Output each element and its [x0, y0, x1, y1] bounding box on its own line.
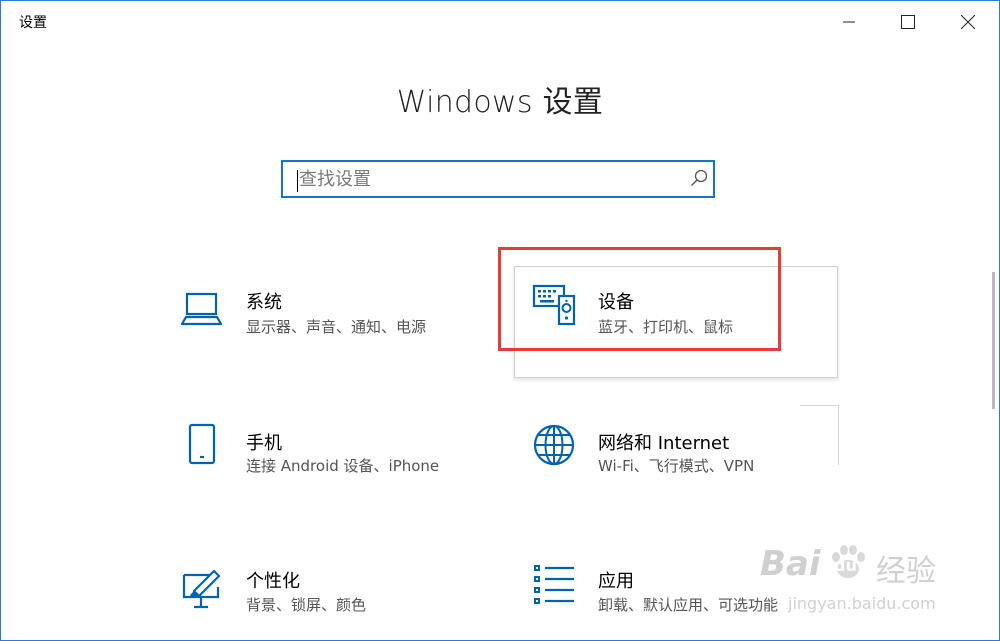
title-bar[interactable]: 设置 — [0, 0, 998, 44]
tile-phone-desc: 连接 Android 设备、iPhone — [246, 457, 440, 475]
tile-network-desc: Wi-Fi、飞行模式、VPN — [598, 457, 755, 475]
minimize-button[interactable] — [819, 0, 879, 44]
maximize-icon — [901, 15, 915, 29]
tile-personalization[interactable]: 个性化 背景、锁屏、颜色 — [178, 563, 468, 623]
tile-apps-title: 应用 — [598, 571, 634, 592]
page-title: Windows 设置 — [396, 85, 604, 120]
tile-phone[interactable]: 手机 连接 Android 设备、iPhone — [178, 423, 468, 483]
tile-devices[interactable]: 设备 蓝牙、打印机、鼠标 — [530, 284, 830, 344]
apps-list-icon — [534, 565, 574, 604]
maximize-button[interactable] — [878, 0, 938, 44]
vertical-scrollbar[interactable] — [992, 272, 995, 409]
tile-system[interactable]: 系统 显示器、声音、通知、电源 — [178, 284, 468, 344]
baidu-jingyan-watermark: Bai du 经验 jingyan.baidu.com — [760, 540, 990, 630]
watermark-brand: Bai — [760, 544, 821, 584]
tile-system-desc: 显示器、声音、通知、电源 — [246, 318, 427, 336]
watermark-product: 经验 — [876, 554, 936, 589]
tile-system-title: 系统 — [246, 292, 282, 313]
minimize-icon — [843, 21, 855, 23]
tile-devices-desc: 蓝牙、打印机、鼠标 — [598, 318, 734, 336]
devices-icon — [532, 284, 576, 326]
close-icon — [961, 15, 975, 29]
tile-personalization-desc: 背景、锁屏、颜色 — [246, 596, 367, 614]
tile-network[interactable]: 网络和 Internet Wi-Fi、飞行模式、VPN — [530, 423, 830, 483]
watermark-brand-2: du — [834, 556, 857, 575]
watermark-url: jingyan.baidu.com — [788, 594, 936, 613]
window-title: 设置 — [19, 15, 47, 31]
close-button[interactable] — [938, 0, 998, 44]
globe-icon — [533, 424, 575, 466]
personalization-icon — [182, 569, 221, 609]
laptop-icon — [180, 292, 223, 326]
tile-divider — [800, 405, 838, 406]
tile-divider — [838, 405, 839, 465]
tile-personalization-title: 个性化 — [246, 571, 300, 592]
tile-network-title: 网络和 Internet — [598, 433, 730, 454]
phone-icon — [188, 423, 216, 465]
tile-devices-title: 设备 — [598, 292, 634, 313]
search-box[interactable] — [281, 160, 715, 198]
tile-apps-desc: 卸载、默认应用、可选功能 — [598, 596, 779, 614]
search-icon[interactable] — [690, 169, 708, 187]
search-input[interactable] — [295, 164, 679, 194]
tile-phone-title: 手机 — [246, 433, 282, 454]
